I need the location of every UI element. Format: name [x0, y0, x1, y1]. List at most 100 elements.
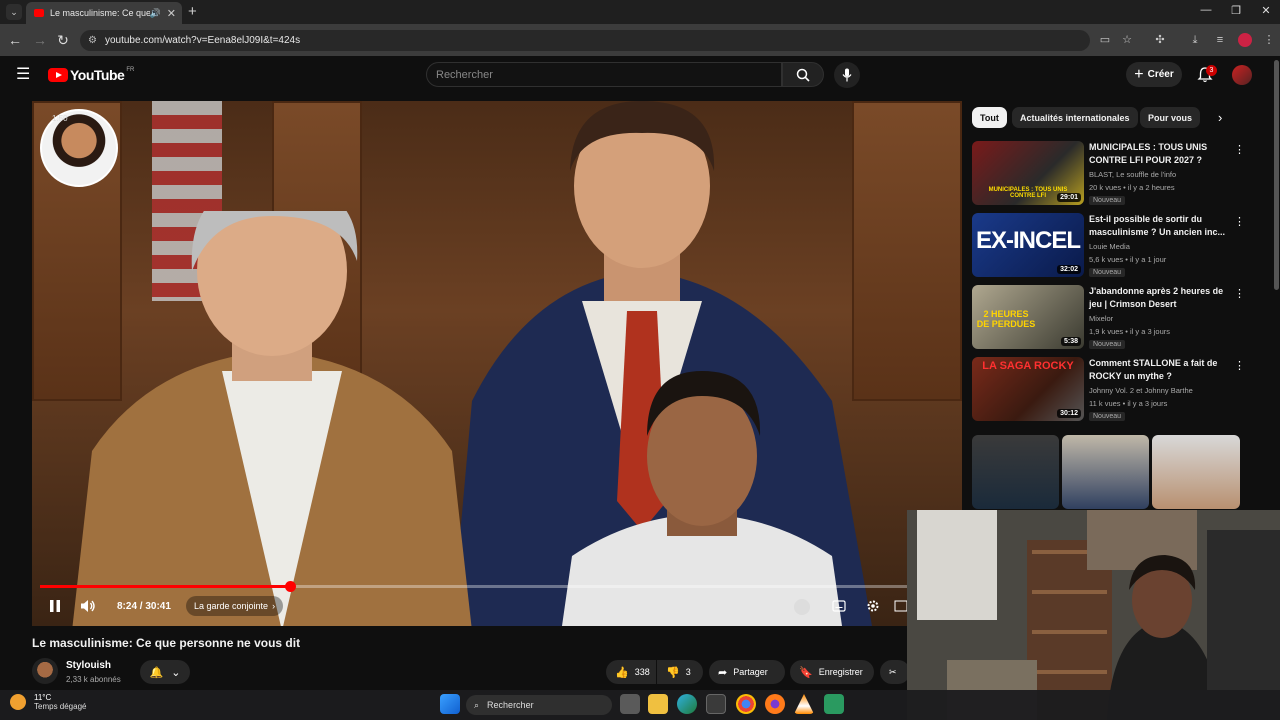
subtitles-icon[interactable]	[832, 599, 846, 613]
reload-icon[interactable]: ↻	[55, 32, 71, 48]
chip-international-news[interactable]: Actualités internationales	[1012, 107, 1138, 128]
progress-bar[interactable]	[40, 585, 954, 588]
short-thumbnail[interactable]	[972, 435, 1059, 509]
menu-icon[interactable]: ☰	[16, 67, 32, 83]
dislike-button[interactable]: 👎 3	[657, 660, 703, 684]
chips-next-icon[interactable]: ›	[1218, 110, 1222, 125]
video-thumbnail[interactable]: LA SAGA ROCKY 30:12	[972, 357, 1084, 421]
store-icon[interactable]	[706, 694, 726, 714]
taskbar-search-label: Rechercher	[487, 700, 534, 710]
minimize-icon[interactable]: —	[1196, 4, 1216, 16]
more-options-icon[interactable]: ⋮	[1234, 143, 1245, 156]
like-button[interactable]: 👍 338	[606, 660, 656, 684]
weather-temperature: 11°C	[34, 693, 52, 702]
chevron-down-icon: ⌄	[171, 666, 181, 679]
search-input[interactable]: Rechercher	[426, 62, 782, 87]
tab-search-button[interactable]: ⌄	[6, 4, 22, 20]
file-explorer-icon[interactable]	[648, 694, 668, 714]
volume-icon[interactable]	[80, 598, 96, 614]
recommendation-channel: Johnny Vol. 2 et Johnny Barthe	[1089, 386, 1193, 395]
app-icon[interactable]	[824, 694, 844, 714]
page-scrollbar[interactable]	[1274, 60, 1279, 290]
speaker-icon[interactable]: 🔊	[150, 8, 161, 19]
youtube-logo[interactable]: YouTube FR	[48, 67, 134, 83]
new-badge: Nouveau	[1089, 196, 1126, 205]
chapter-label: La garde conjointe	[194, 601, 269, 611]
recommendation-title: Comment STALLONE a fait de ROCKY un myth…	[1089, 358, 1218, 381]
more-options-icon[interactable]: ⋮	[1234, 287, 1245, 300]
firefox-icon[interactable]	[765, 694, 785, 714]
extensions-icon[interactable]: ✣	[1153, 33, 1167, 47]
download-icon[interactable]: ⤓	[1188, 33, 1202, 47]
recommendation-channel: Louie Media	[1089, 242, 1130, 251]
channel-watermark-avatar[interactable]: 1:50	[40, 109, 118, 187]
recommendation-item[interactable]: EX-INCEL 32:02 Est-il possible de sortir…	[972, 213, 1245, 279]
video-thumbnail[interactable]: MUNICIPALES : TOUS UNIS CONTRE LFI 29:01	[972, 141, 1084, 205]
recommendation-meta: 20 k vues • il y a 2 heures	[1089, 183, 1175, 192]
chapter-button[interactable]: La garde conjointe ›	[186, 596, 284, 616]
pause-icon[interactable]	[48, 599, 62, 613]
video-thumbnail[interactable]: 2 HEURES DE PERDUES 5:38	[972, 285, 1084, 349]
more-options-icon[interactable]: ⋮	[1234, 215, 1245, 228]
reading-list-icon[interactable]: ≡	[1213, 33, 1227, 47]
microphone-icon	[842, 68, 852, 82]
recommendation-item[interactable]: MUNICIPALES : TOUS UNIS CONTRE LFI 29:01…	[972, 141, 1245, 207]
back-icon[interactable]: ←	[7, 32, 23, 48]
recommendation-meta: 5,6 k vues • il y a 1 jour	[1089, 255, 1167, 264]
chrome-icon[interactable]	[736, 694, 756, 714]
account-avatar[interactable]	[1232, 65, 1252, 85]
share-arrow-icon: ➦	[718, 666, 728, 679]
recommendation-item[interactable]: 2 HEURES DE PERDUES 5:38 J'abandonne apr…	[972, 285, 1245, 351]
restore-icon[interactable]: ❐	[1226, 4, 1246, 17]
share-button[interactable]: ➦ Partager	[709, 660, 785, 684]
miniplayer-icon[interactable]	[894, 599, 908, 613]
recommendation-item[interactable]: LA SAGA ROCKY 30:12 Comment STALLONE a f…	[972, 357, 1245, 423]
taskbar-search[interactable]: ⌕ Rechercher	[466, 695, 612, 715]
video-title: Le masculinisme: Ce que personne ne vous…	[32, 636, 301, 650]
forward-icon[interactable]: →	[32, 32, 48, 48]
new-badge: Nouveau	[1089, 268, 1126, 277]
chip-for-you[interactable]: Pour vous	[1140, 107, 1201, 128]
share-label: Partager	[733, 667, 768, 677]
bookmark-star-icon[interactable]: ☆	[1120, 33, 1134, 47]
new-tab-button[interactable]: +	[188, 3, 197, 20]
search-button[interactable]	[782, 62, 824, 87]
edge-icon[interactable]	[677, 694, 697, 714]
browser-menu-icon[interactable]: ⋮	[1262, 33, 1276, 47]
create-label: Créer	[1147, 69, 1174, 80]
subscription-notifications-button[interactable]: 🔔 ⌄	[140, 660, 190, 684]
recommendation-title: Est-il possible de sortir du masculinism…	[1089, 214, 1226, 237]
save-label: Enregistrer	[818, 667, 863, 677]
short-thumbnail[interactable]	[1152, 435, 1240, 509]
close-tab-icon[interactable]: ✕	[167, 7, 176, 20]
channel-avatar[interactable]	[32, 658, 58, 684]
clip-button[interactable]: ✂	[880, 660, 910, 684]
chip-all[interactable]: Tout	[972, 107, 1007, 128]
older-man-illustration	[72, 211, 472, 626]
video-duration: 30:12	[1057, 409, 1081, 418]
task-view-icon[interactable]	[620, 694, 640, 714]
video-player[interactable]: 1:50 8:24 / 30:41 La garde conjointe ›	[32, 101, 962, 626]
close-window-icon[interactable]: ✕	[1256, 4, 1276, 17]
voice-search-button[interactable]	[834, 62, 860, 88]
video-thumbnail[interactable]: EX-INCEL 32:02	[972, 213, 1084, 277]
settings-gear-icon[interactable]	[866, 599, 880, 613]
short-thumbnail[interactable]	[1062, 435, 1149, 509]
recommendation-meta: 1,9 k vues • il y a 3 jours	[1089, 327, 1170, 336]
weather-widget[interactable]: 11°C Temps dégagé	[10, 693, 86, 711]
create-button[interactable]: + Créer	[1126, 62, 1182, 87]
browser-tab[interactable]: Le masculinisme: Ce que pe 🔊 ✕	[26, 2, 182, 24]
more-options-icon[interactable]: ⋮	[1234, 359, 1245, 372]
channel-name[interactable]: Stylouish	[66, 660, 111, 671]
autoplay-toggle[interactable]	[794, 599, 810, 615]
video-duration: 29:01	[1057, 193, 1081, 202]
new-badge: Nouveau	[1089, 340, 1126, 349]
install-app-icon[interactable]: ▭	[1098, 33, 1112, 47]
windows-start-icon[interactable]	[440, 694, 460, 714]
weather-sun-icon	[10, 694, 26, 710]
profile-avatar[interactable]	[1238, 33, 1252, 47]
address-bar[interactable]: ⚙ youtube.com/watch?v=Eena8elJ09I&t=424s	[80, 30, 1090, 51]
weather-condition: Temps dégagé	[34, 702, 87, 711]
site-info-icon[interactable]: ⚙	[88, 35, 97, 46]
save-button[interactable]: 🔖 Enregistrer	[790, 660, 874, 684]
